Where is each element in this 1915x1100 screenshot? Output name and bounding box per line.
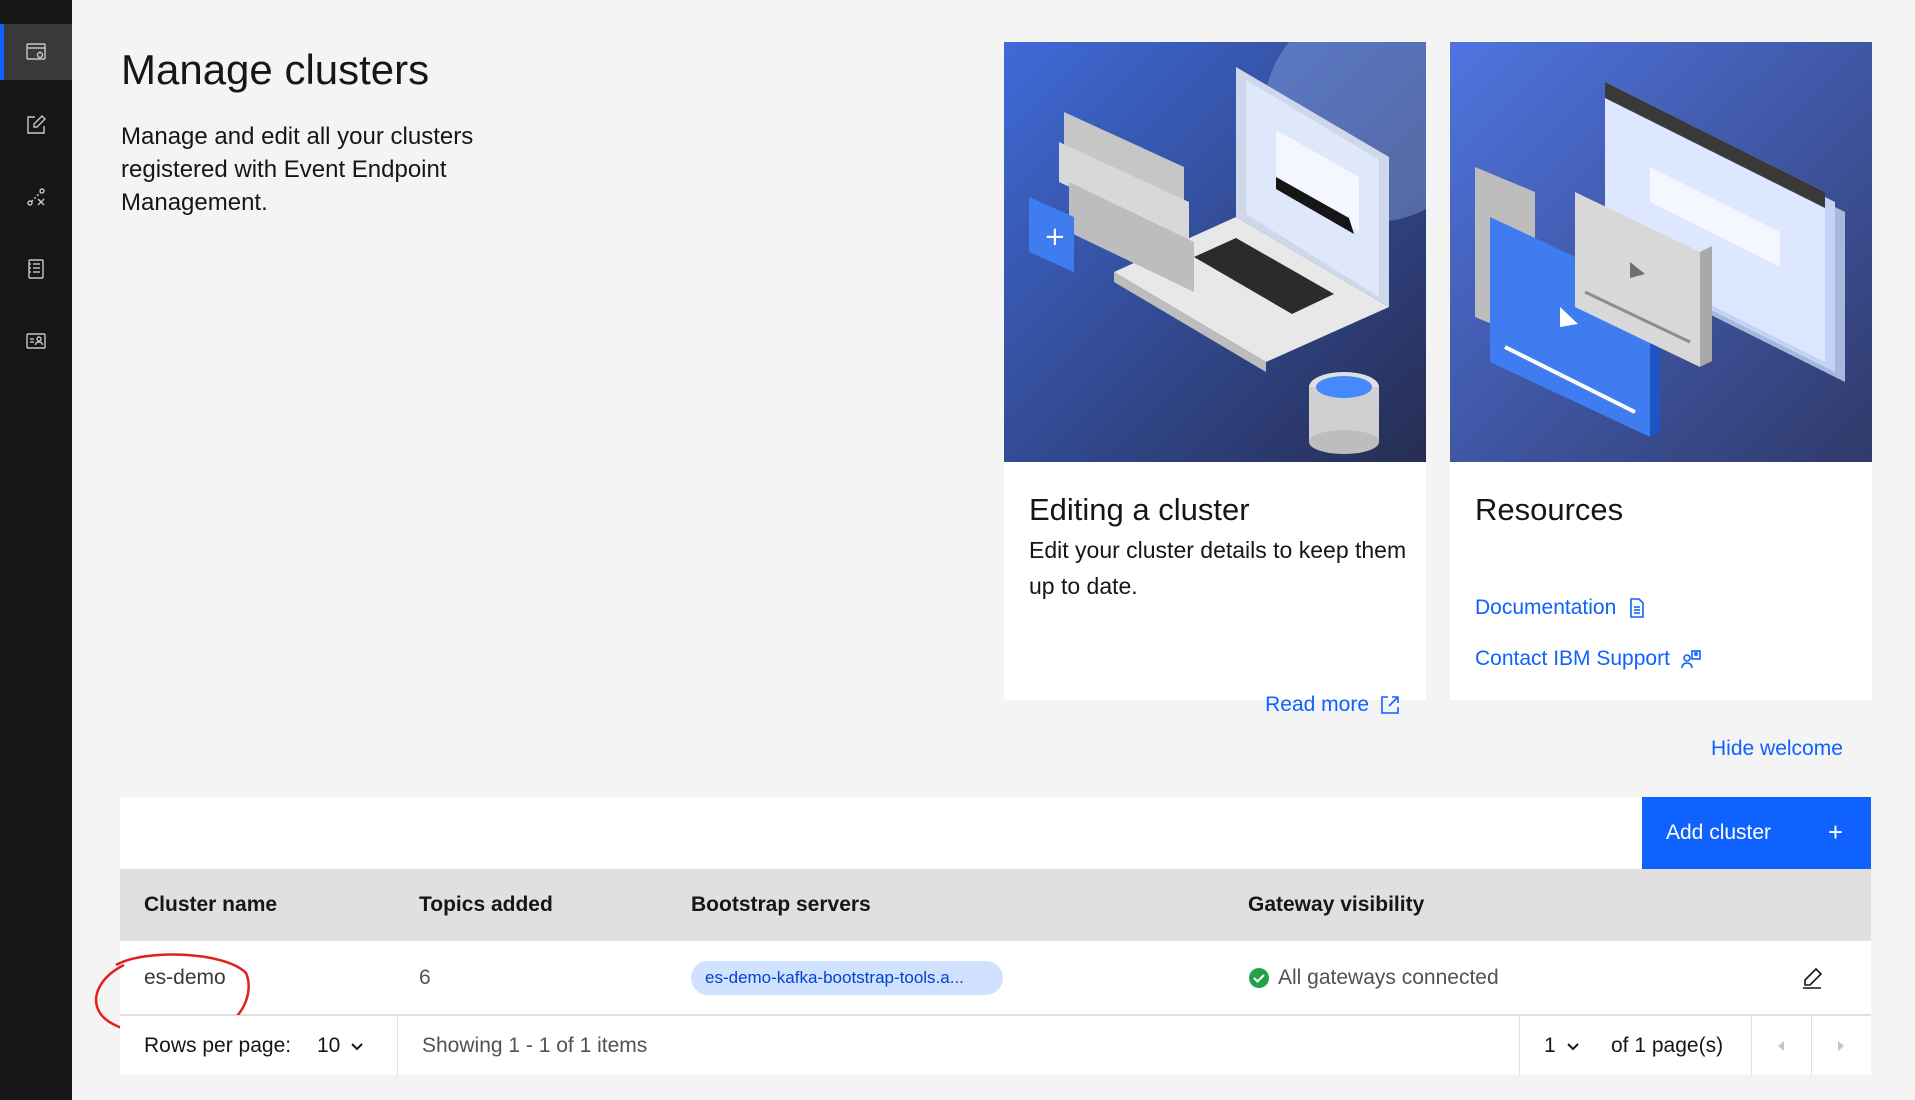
bootstrap-server-tag[interactable]: es-demo-kafka-bootstrap-tools.a...	[691, 961, 1003, 995]
items-range-text: Showing 1 - 1 of 1 items	[422, 1034, 648, 1057]
contact-support-link[interactable]: Contact IBM Support	[1475, 647, 1702, 671]
header-bootstrap-servers: Bootstrap servers	[691, 893, 871, 916]
page-value: 1	[1544, 1034, 1556, 1057]
nav-item-profile[interactable]	[0, 313, 72, 369]
edit-cell	[1800, 941, 1824, 1015]
nav-item-catalog[interactable]	[0, 241, 72, 297]
clusters-table: Add cluster + Cluster name Topics added …	[94, 797, 1871, 1076]
add-icon: +	[1827, 817, 1843, 847]
table-toolbar: Add cluster +	[120, 797, 1871, 869]
header-gateway-visibility: Gateway visibility	[1248, 893, 1425, 916]
editing-cluster-card: + Editing a cluster Edit your cluster de…	[1004, 42, 1426, 716]
pagination: Rows per page: 10 Showing 1 - 1 of 1 ite…	[120, 1015, 1871, 1076]
resources-card: Resources Documentation Contact IBM Supp…	[1450, 42, 1872, 700]
resources-illustration	[1450, 42, 1872, 462]
header-cluster-name: Cluster name	[144, 893, 278, 916]
topics-added-cell: 6	[419, 966, 431, 989]
cluster-name-cell: es-demo	[144, 966, 226, 989]
next-page-button[interactable]	[1811, 1016, 1871, 1076]
chevron-down-icon	[1566, 1043, 1579, 1051]
table-row: es-demo 6 es-demo-kafka-bootstrap-tools.…	[94, 941, 1871, 1037]
checkmark-filled-icon	[1249, 968, 1269, 988]
svg-text:+: +	[1044, 222, 1066, 252]
add-cluster-label: Add cluster	[1666, 821, 1772, 844]
cluster-settings-icon	[26, 43, 46, 60]
documentation-link[interactable]: Documentation	[1475, 596, 1648, 620]
gateway-status: All gateways connected	[1278, 966, 1499, 989]
card-title: Resources	[1475, 492, 1624, 527]
read-more-label: Read more	[1265, 693, 1369, 716]
add-cluster-button[interactable]: Add cluster +	[1642, 797, 1871, 869]
card-title: Editing a cluster	[1029, 492, 1250, 527]
rows-per-page-select[interactable]: 10	[317, 1016, 364, 1076]
nav-item-edit[interactable]	[0, 97, 72, 153]
document-icon	[1630, 598, 1645, 618]
contact-support-label: Contact IBM Support	[1475, 647, 1670, 670]
header-topics-added: Topics added	[419, 893, 553, 916]
total-pages-text: of 1 page(s)	[1611, 1034, 1724, 1057]
page-title: Manage clusters	[121, 46, 430, 93]
caret-left-icon	[1778, 1041, 1784, 1051]
launch-icon	[1381, 696, 1399, 714]
documentation-label: Documentation	[1475, 596, 1617, 619]
previous-page-button[interactable]	[1751, 1016, 1811, 1076]
support-icon	[1681, 650, 1701, 669]
card-description: Edit your cluster details to keep them u…	[1029, 537, 1407, 599]
read-more-link[interactable]: Read more	[1265, 693, 1401, 717]
user-profile-icon	[26, 333, 46, 349]
edit-document-icon	[27, 115, 46, 134]
chevron-down-icon	[351, 1043, 364, 1051]
caret-right-icon	[1838, 1041, 1844, 1051]
page-description: Manage and edit all your clusters regist…	[121, 123, 474, 216]
rows-per-page-label: Rows per page:	[144, 1034, 292, 1057]
rows-per-page-value: 10	[317, 1034, 341, 1057]
nav-item-clusters[interactable]	[0, 24, 72, 80]
edit-icon[interactable]	[1800, 966, 1824, 990]
side-nav	[0, 0, 72, 1100]
nav-item-tools[interactable]	[0, 169, 72, 225]
tools-icon	[27, 188, 45, 206]
catalog-icon	[28, 259, 44, 279]
editing-illustration: +	[1004, 42, 1426, 462]
bootstrap-servers-cell: es-demo-kafka-bootstrap-tools.a...	[691, 941, 1003, 1015]
table-header: Cluster name Topics added Bootstrap serv…	[120, 869, 1871, 941]
hide-welcome-link[interactable]: Hide welcome	[1711, 737, 1843, 761]
page-select[interactable]: 1	[1544, 1016, 1580, 1076]
gateway-visibility-cell: All gateways connected	[1248, 941, 1499, 1015]
